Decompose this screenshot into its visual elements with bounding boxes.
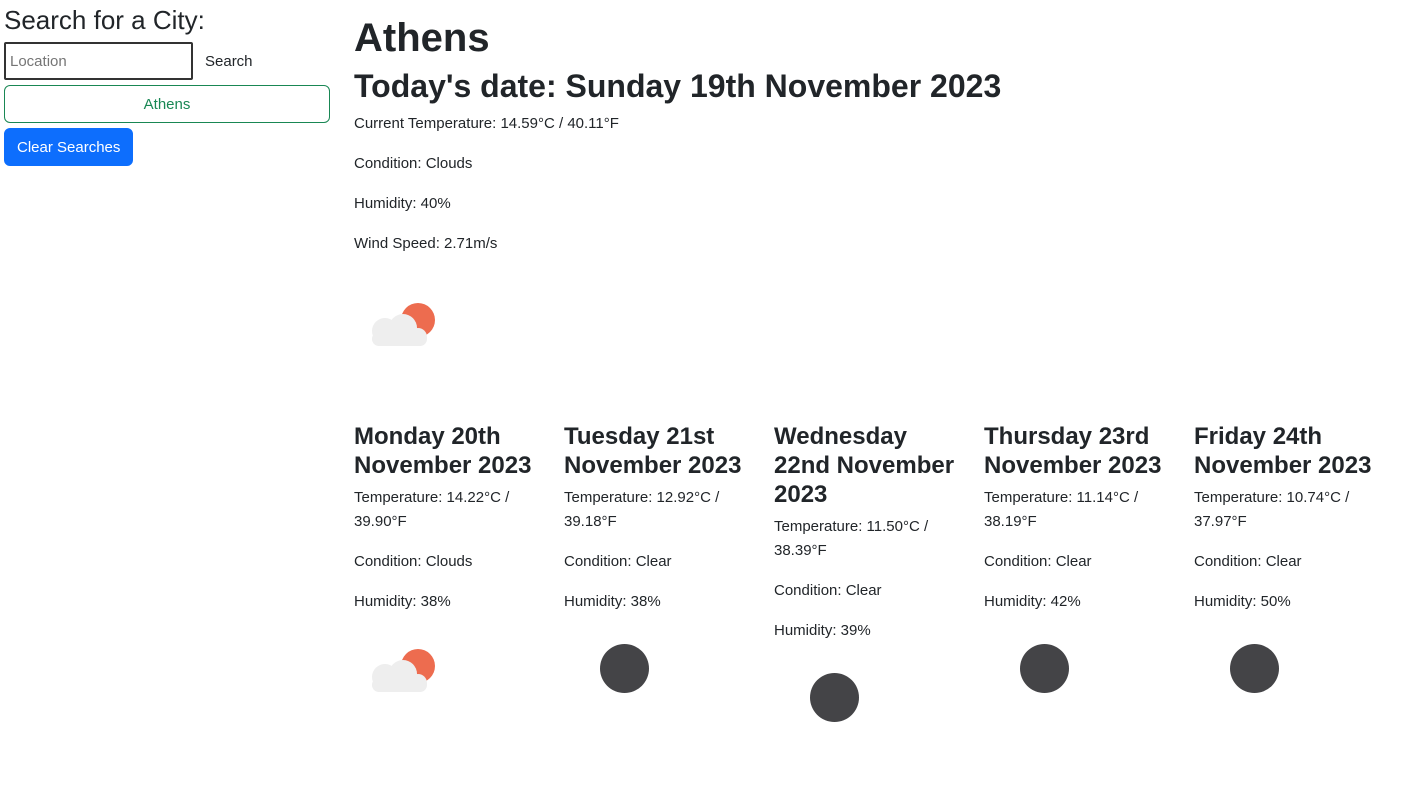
forecast-condition: Condition: Clear [984,553,1092,570]
search-button[interactable]: Search [199,49,259,74]
forecast-date: Friday 24th November 2023 [1194,423,1372,479]
current-humidity: Humidity: 40% [354,195,451,212]
forecast-temperature: Temperature: 14.22°C / 39.90°F [354,489,510,530]
forecast-humidity: Humidity: 39% [774,622,871,639]
current-details: Current Temperature: 14.59°C / 40.11°F C… [354,112,1404,272]
forecast-row: Monday 20th November 2023 Temperature: 1… [354,422,1404,722]
forecast-humidity: Humidity: 38% [354,593,451,610]
forecast-card: Friday 24th November 2023 Temperature: 1… [1194,422,1404,722]
forecast-humidity: Humidity: 38% [564,593,661,610]
forecast-card: Thursday 23rd November 2023 Temperature:… [984,422,1194,722]
clear-searches-button[interactable]: Clear Searches [4,128,134,166]
forecast-condition: Condition: Clear [564,553,672,570]
date-heading: Today's date: Sunday 19th November 2023 [354,68,1002,104]
forecast-card: Monday 20th November 2023 Temperature: 1… [354,422,564,722]
forecast-humidity: Humidity: 50% [1194,593,1291,610]
cloud-sun-icon [372,649,435,692]
current-wind-speed: Wind Speed: 2.71m/s [354,235,498,252]
forecast-date: Monday 20th November 2023 [354,423,532,479]
moon-icon [600,644,649,693]
forecast-condition: Condition: Clear [774,582,882,599]
search-sidebar: Search for a City: Search Athens Clear S… [4,0,330,166]
forecast-humidity: Humidity: 42% [984,593,1081,610]
forecast-condition: Condition: Clouds [354,553,473,570]
forecast-card: Wednesday 22nd November 2023 Temperature… [774,422,984,722]
forecast-condition: Condition: Clear [1194,553,1302,570]
moon-icon [1230,644,1279,693]
current-temperature: Current Temperature: 14.59°C / 40.11°F [354,115,619,132]
forecast-date: Wednesday 22nd November 2023 [774,423,955,508]
history-button-athens[interactable]: Athens [4,85,330,123]
location-input[interactable] [4,42,193,80]
current-condition: Condition: Clouds [354,155,473,172]
forecast-temperature: Temperature: 12.92°C / 39.18°F [564,489,720,530]
cloud-sun-icon [372,303,435,346]
forecast-card: Tuesday 21st November 2023 Temperature: … [564,422,774,722]
search-heading: Search for a City: [4,5,205,35]
forecast-date: Thursday 23rd November 2023 [984,423,1162,479]
current-weather: Athens Today's date: Sunday 19th Novembe… [354,0,1404,355]
forecast-date: Tuesday 21st November 2023 [564,423,742,479]
forecast-temperature: Temperature: 11.50°C / 38.39°F [774,518,929,559]
forecast-temperature: Temperature: 10.74°C / 37.97°F [1194,489,1350,530]
moon-icon [810,673,859,722]
forecast-temperature: Temperature: 11.14°C / 38.19°F [984,489,1139,530]
moon-icon [1020,644,1069,693]
search-form: Search [4,42,330,80]
city-title: Athens [354,16,490,60]
